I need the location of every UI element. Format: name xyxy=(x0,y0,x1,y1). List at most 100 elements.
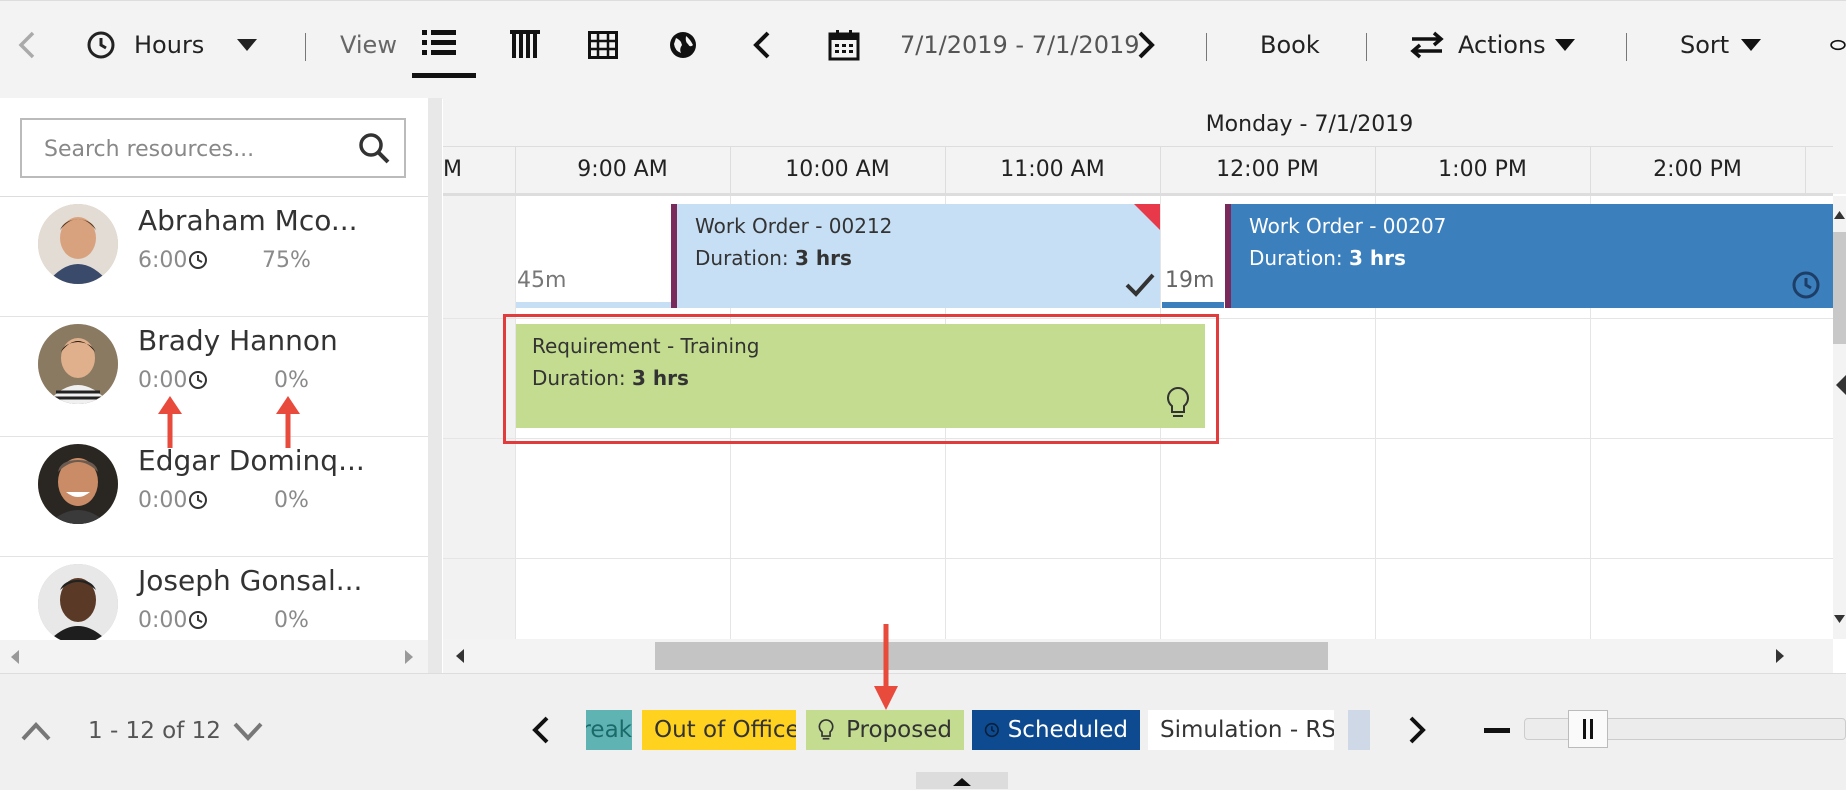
panel-splitter[interactable] xyxy=(428,98,442,674)
clock-icon xyxy=(1792,271,1820,299)
legend-scheduled: Scheduled xyxy=(972,710,1140,750)
globe-icon[interactable] xyxy=(668,23,698,67)
zoom-out-icon[interactable] xyxy=(1484,728,1510,733)
search-box[interactable] xyxy=(20,118,406,178)
scroll-thumb[interactable] xyxy=(655,642,1328,670)
scroll-thumb[interactable] xyxy=(1833,232,1846,344)
booking-title: Work Order - 00212 xyxy=(695,214,893,238)
page-down-icon[interactable] xyxy=(232,720,264,742)
legend-break: reak xyxy=(586,710,632,750)
flag-corner-icon xyxy=(1134,204,1160,230)
zoom-slider-handle[interactable] xyxy=(1568,710,1608,748)
travel-time-bar xyxy=(1162,302,1224,308)
time-label: 12:00 PM xyxy=(1216,157,1319,182)
booking-duration: Duration: 3 hrs xyxy=(695,246,852,270)
scroll-down-icon[interactable] xyxy=(1833,614,1846,624)
day-label: Monday - 7/1/2019 xyxy=(1205,112,1414,137)
time-label: 2:00 PM xyxy=(1653,157,1742,182)
partial-time-label: M xyxy=(443,157,462,182)
page-up-icon[interactable] xyxy=(20,720,52,742)
search-icon[interactable] xyxy=(358,132,390,164)
book-button[interactable]: Book xyxy=(1260,23,1320,67)
next-date-icon[interactable] xyxy=(1136,23,1156,67)
collapse-panel-icon[interactable] xyxy=(1834,370,1846,400)
resource-row[interactable]: Joseph Gonsal... 0:00 0% xyxy=(0,556,428,640)
booking-title: Work Order - 00207 xyxy=(1249,214,1447,238)
scroll-up-icon[interactable] xyxy=(1833,210,1846,220)
resource-row[interactable]: Abraham Mco... 6:00 75% xyxy=(0,196,428,317)
resource-horizontal-scrollbar[interactable] xyxy=(0,640,428,674)
resource-name: Abraham Mco... xyxy=(138,204,358,237)
legend-out-of-office: Out of Office xyxy=(642,710,796,750)
clock-icon xyxy=(188,610,208,630)
columns-view-icon[interactable] xyxy=(510,23,540,67)
resource-hours: 0:00 xyxy=(138,488,188,513)
hours-label[interactable]: Hours xyxy=(134,23,204,67)
scroll-right-icon[interactable] xyxy=(1775,648,1785,664)
scroll-right-icon[interactable] xyxy=(404,649,414,665)
date-range-label[interactable]: 7/1/2019 - 7/1/2019 xyxy=(900,23,1140,67)
resource-hours: 0:00 xyxy=(138,368,188,393)
calendar-icon[interactable] xyxy=(828,23,860,67)
visibility-icon[interactable] xyxy=(1830,23,1846,67)
clock-icon xyxy=(188,490,208,510)
annotation-arrow-icon xyxy=(874,624,898,710)
bottom-panel-toggle[interactable] xyxy=(916,772,1008,789)
legend-next-icon[interactable] xyxy=(1406,714,1428,746)
sort-menu-button[interactable]: Sort xyxy=(1680,23,1729,67)
pagination-label: 1 - 12 of 12 xyxy=(88,718,221,744)
clock-icon xyxy=(188,250,208,270)
booking-requirement-training[interactable]: Requirement - Training Duration: 3 hrs xyxy=(516,324,1205,428)
legend-overflow-chip xyxy=(1348,710,1370,750)
view-label: View xyxy=(340,31,397,59)
checkmark-icon xyxy=(1125,273,1155,297)
booking-work-order-00207[interactable]: Work Order - 00207 Duration: 3 hrs xyxy=(1225,204,1833,308)
avatar xyxy=(38,564,118,640)
toolbar: Hours View 7/1/2019 - 7/1/2019 Book Acti… xyxy=(0,0,1846,99)
booking-work-order-00212[interactable]: Work Order - 00212 Duration: 3 hrs xyxy=(671,204,1160,308)
time-label: 9:00 AM xyxy=(577,157,668,182)
booking-duration: Duration: 3 hrs xyxy=(532,366,689,390)
time-header: M 9:00 AM 10:00 AM 11:00 AM 12:00 PM 1:0… xyxy=(443,146,1833,196)
scroll-left-icon[interactable] xyxy=(455,648,465,664)
list-view-icon[interactable] xyxy=(422,21,456,65)
schedule-horizontal-scrollbar[interactable] xyxy=(443,639,1833,673)
resource-hours: 0:00 xyxy=(138,608,188,633)
separator xyxy=(1366,33,1367,61)
booking-duration: Duration: 3 hrs xyxy=(1249,246,1406,270)
actions-menu-button[interactable]: Actions xyxy=(1458,23,1546,67)
grid-view-icon[interactable] xyxy=(588,23,618,67)
travel-time-label: 45m xyxy=(517,268,567,293)
hours-dropdown-icon[interactable] xyxy=(236,23,258,67)
resource-hours: 6:00 xyxy=(138,248,188,273)
annotation-arrow-icon xyxy=(158,396,182,448)
schedule-grid[interactable]: 45m Work Order - 00212 Duration: 3 hrs 1… xyxy=(443,196,1833,639)
resource-row[interactable]: Edgar Dominq... 0:00 0% xyxy=(0,436,428,557)
legend-prev-icon[interactable] xyxy=(530,714,552,746)
time-label: 1:00 PM xyxy=(1438,157,1527,182)
sort-dropdown-icon[interactable] xyxy=(1740,23,1762,67)
swap-arrows-icon xyxy=(1410,23,1444,67)
travel-time-bar xyxy=(516,302,681,308)
clock-icon xyxy=(188,370,208,390)
legend-proposed: Proposed xyxy=(806,710,964,750)
active-view-indicator xyxy=(412,73,476,78)
resource-utilization: 0% xyxy=(274,368,309,393)
time-label: 10:00 AM xyxy=(785,157,890,182)
scroll-left-icon[interactable] xyxy=(10,649,20,665)
time-label: 11:00 AM xyxy=(1000,157,1105,182)
back-arrow-icon[interactable] xyxy=(16,23,38,67)
previous-date-icon[interactable] xyxy=(752,23,772,67)
resource-name: Brady Hannon xyxy=(138,324,338,357)
legend-simulation-rso: Simulation - RSO xyxy=(1148,710,1334,750)
actions-dropdown-icon[interactable] xyxy=(1554,23,1576,67)
search-input[interactable] xyxy=(42,132,346,166)
resource-utilization: 0% xyxy=(274,488,309,513)
booking-title: Requirement - Training xyxy=(532,334,760,358)
time-divider xyxy=(1805,147,1806,195)
resource-row[interactable]: Brady Hannon 0:00 0% xyxy=(0,316,428,437)
resource-utilization: 75% xyxy=(262,248,311,273)
separator xyxy=(1626,33,1627,61)
schedule-vertical-scrollbar[interactable] xyxy=(1833,196,1846,639)
resource-utilization: 0% xyxy=(274,608,309,633)
